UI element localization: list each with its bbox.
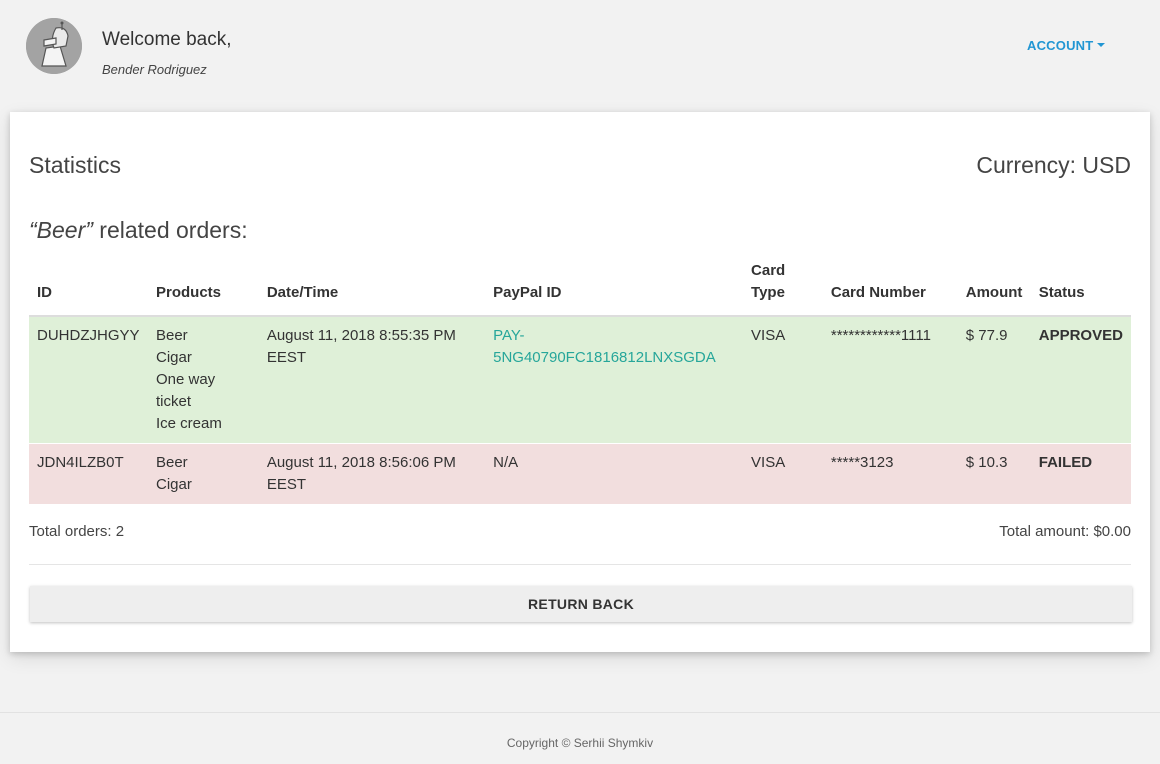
order-amount: $ 77.9 — [957, 316, 1031, 444]
product-item: Cigar — [155, 349, 192, 366]
paypal-id-part[interactable]: 5NG40790FC1816812LNXSGDA — [493, 347, 735, 369]
timezone-line: EEST — [266, 476, 307, 493]
search-keyword: “Beer” — [29, 217, 93, 243]
timezone-line: EEST — [266, 349, 307, 366]
product-item: Ice cream — [155, 415, 222, 432]
related-orders-heading: “Beer” related orders: — [29, 217, 248, 244]
order-card-type: VISA — [743, 443, 823, 504]
column-header-products: Products — [147, 260, 259, 317]
table-row: DUHDZJHGYY Beer Cigar One way ticket Ice… — [29, 316, 1131, 444]
order-datetime: August 11, 2018 8:55:35 PM EEST — [258, 316, 486, 444]
column-header-card-type: Card Type — [743, 260, 823, 317]
page-title: Statistics — [29, 152, 122, 178]
related-orders-suffix: related orders: — [92, 217, 248, 243]
product-item: Cigar — [155, 476, 192, 493]
order-paypal-id[interactable]: PAY- 5NG40790FC1816812LNXSGDA — [485, 316, 744, 444]
username: Bender Rodriguez — [102, 62, 207, 77]
divider — [29, 564, 1131, 565]
column-header-amount: Amount — [957, 260, 1031, 317]
currency-label: Currency: USD — [976, 152, 1131, 178]
datetime-line: August 11, 2018 8:55:35 PM — [266, 327, 456, 344]
order-card-number: ************1111 — [822, 316, 958, 444]
total-orders: Total orders: 2 — [29, 523, 125, 540]
account-label[interactable]: ACCOUNT — [1027, 38, 1093, 53]
welcome-text: Welcome back, — [102, 29, 232, 50]
paypal-id-part[interactable]: PAY- — [493, 325, 735, 347]
footer-divider — [0, 712, 1160, 713]
column-header-paypal-id: PayPal ID — [485, 260, 744, 317]
order-paypal-id: N/A — [485, 443, 744, 504]
order-products: Beer Cigar One way ticket Ice cream — [147, 316, 259, 444]
order-card-number: *****3123 — [822, 443, 958, 504]
footer-copyright: Copyright © Serhii Shymkiv — [506, 736, 654, 750]
top-bar: Welcome back, Bender Rodriguez ACCOUNT — [0, 0, 1160, 100]
paypal-id-link[interactable]: PAY- 5NG40790FC1816812LNXSGDA — [493, 325, 735, 369]
datetime-line: August 11, 2018 8:56:06 PM — [266, 454, 456, 471]
table-header-row: ID Products Date/Time PayPal ID Card Typ… — [29, 260, 1131, 317]
order-datetime: August 11, 2018 8:56:06 PM EEST — [258, 443, 486, 504]
caret-down-icon — [1097, 43, 1106, 47]
product-item: ticket — [155, 393, 191, 410]
column-header-status: Status — [1030, 260, 1131, 317]
column-header-id: ID — [29, 260, 148, 317]
orders-table: ID Products Date/Time PayPal ID Card Typ… — [29, 260, 1131, 504]
column-header-datetime: Date/Time — [258, 260, 486, 317]
order-id: DUHDZJHGYY — [29, 316, 148, 444]
order-card-type: VISA — [743, 316, 823, 444]
total-amount: Total amount: $0.00 — [999, 523, 1131, 540]
product-item: One way — [155, 371, 216, 388]
status-badge: FAILED — [1030, 443, 1131, 504]
order-amount: $ 10.3 — [957, 443, 1031, 504]
status-badge: APPROVED — [1030, 316, 1131, 444]
column-header-card-number: Card Number — [822, 260, 958, 317]
product-item: Beer — [155, 454, 188, 471]
table-row: JDN4ILZB0T Beer Cigar August 11, 2018 8:… — [29, 443, 1131, 504]
return-back-button[interactable]: RETURN BACK — [30, 586, 1132, 622]
user-avatar-icon — [26, 18, 82, 74]
product-item: Beer — [155, 327, 188, 344]
order-products: Beer Cigar — [147, 443, 259, 504]
order-id: JDN4ILZB0T — [29, 443, 148, 504]
account-menu[interactable]: ACCOUNT — [1027, 38, 1106, 53]
statistics-card: Statistics Currency: USD “Beer” related … — [10, 112, 1150, 652]
